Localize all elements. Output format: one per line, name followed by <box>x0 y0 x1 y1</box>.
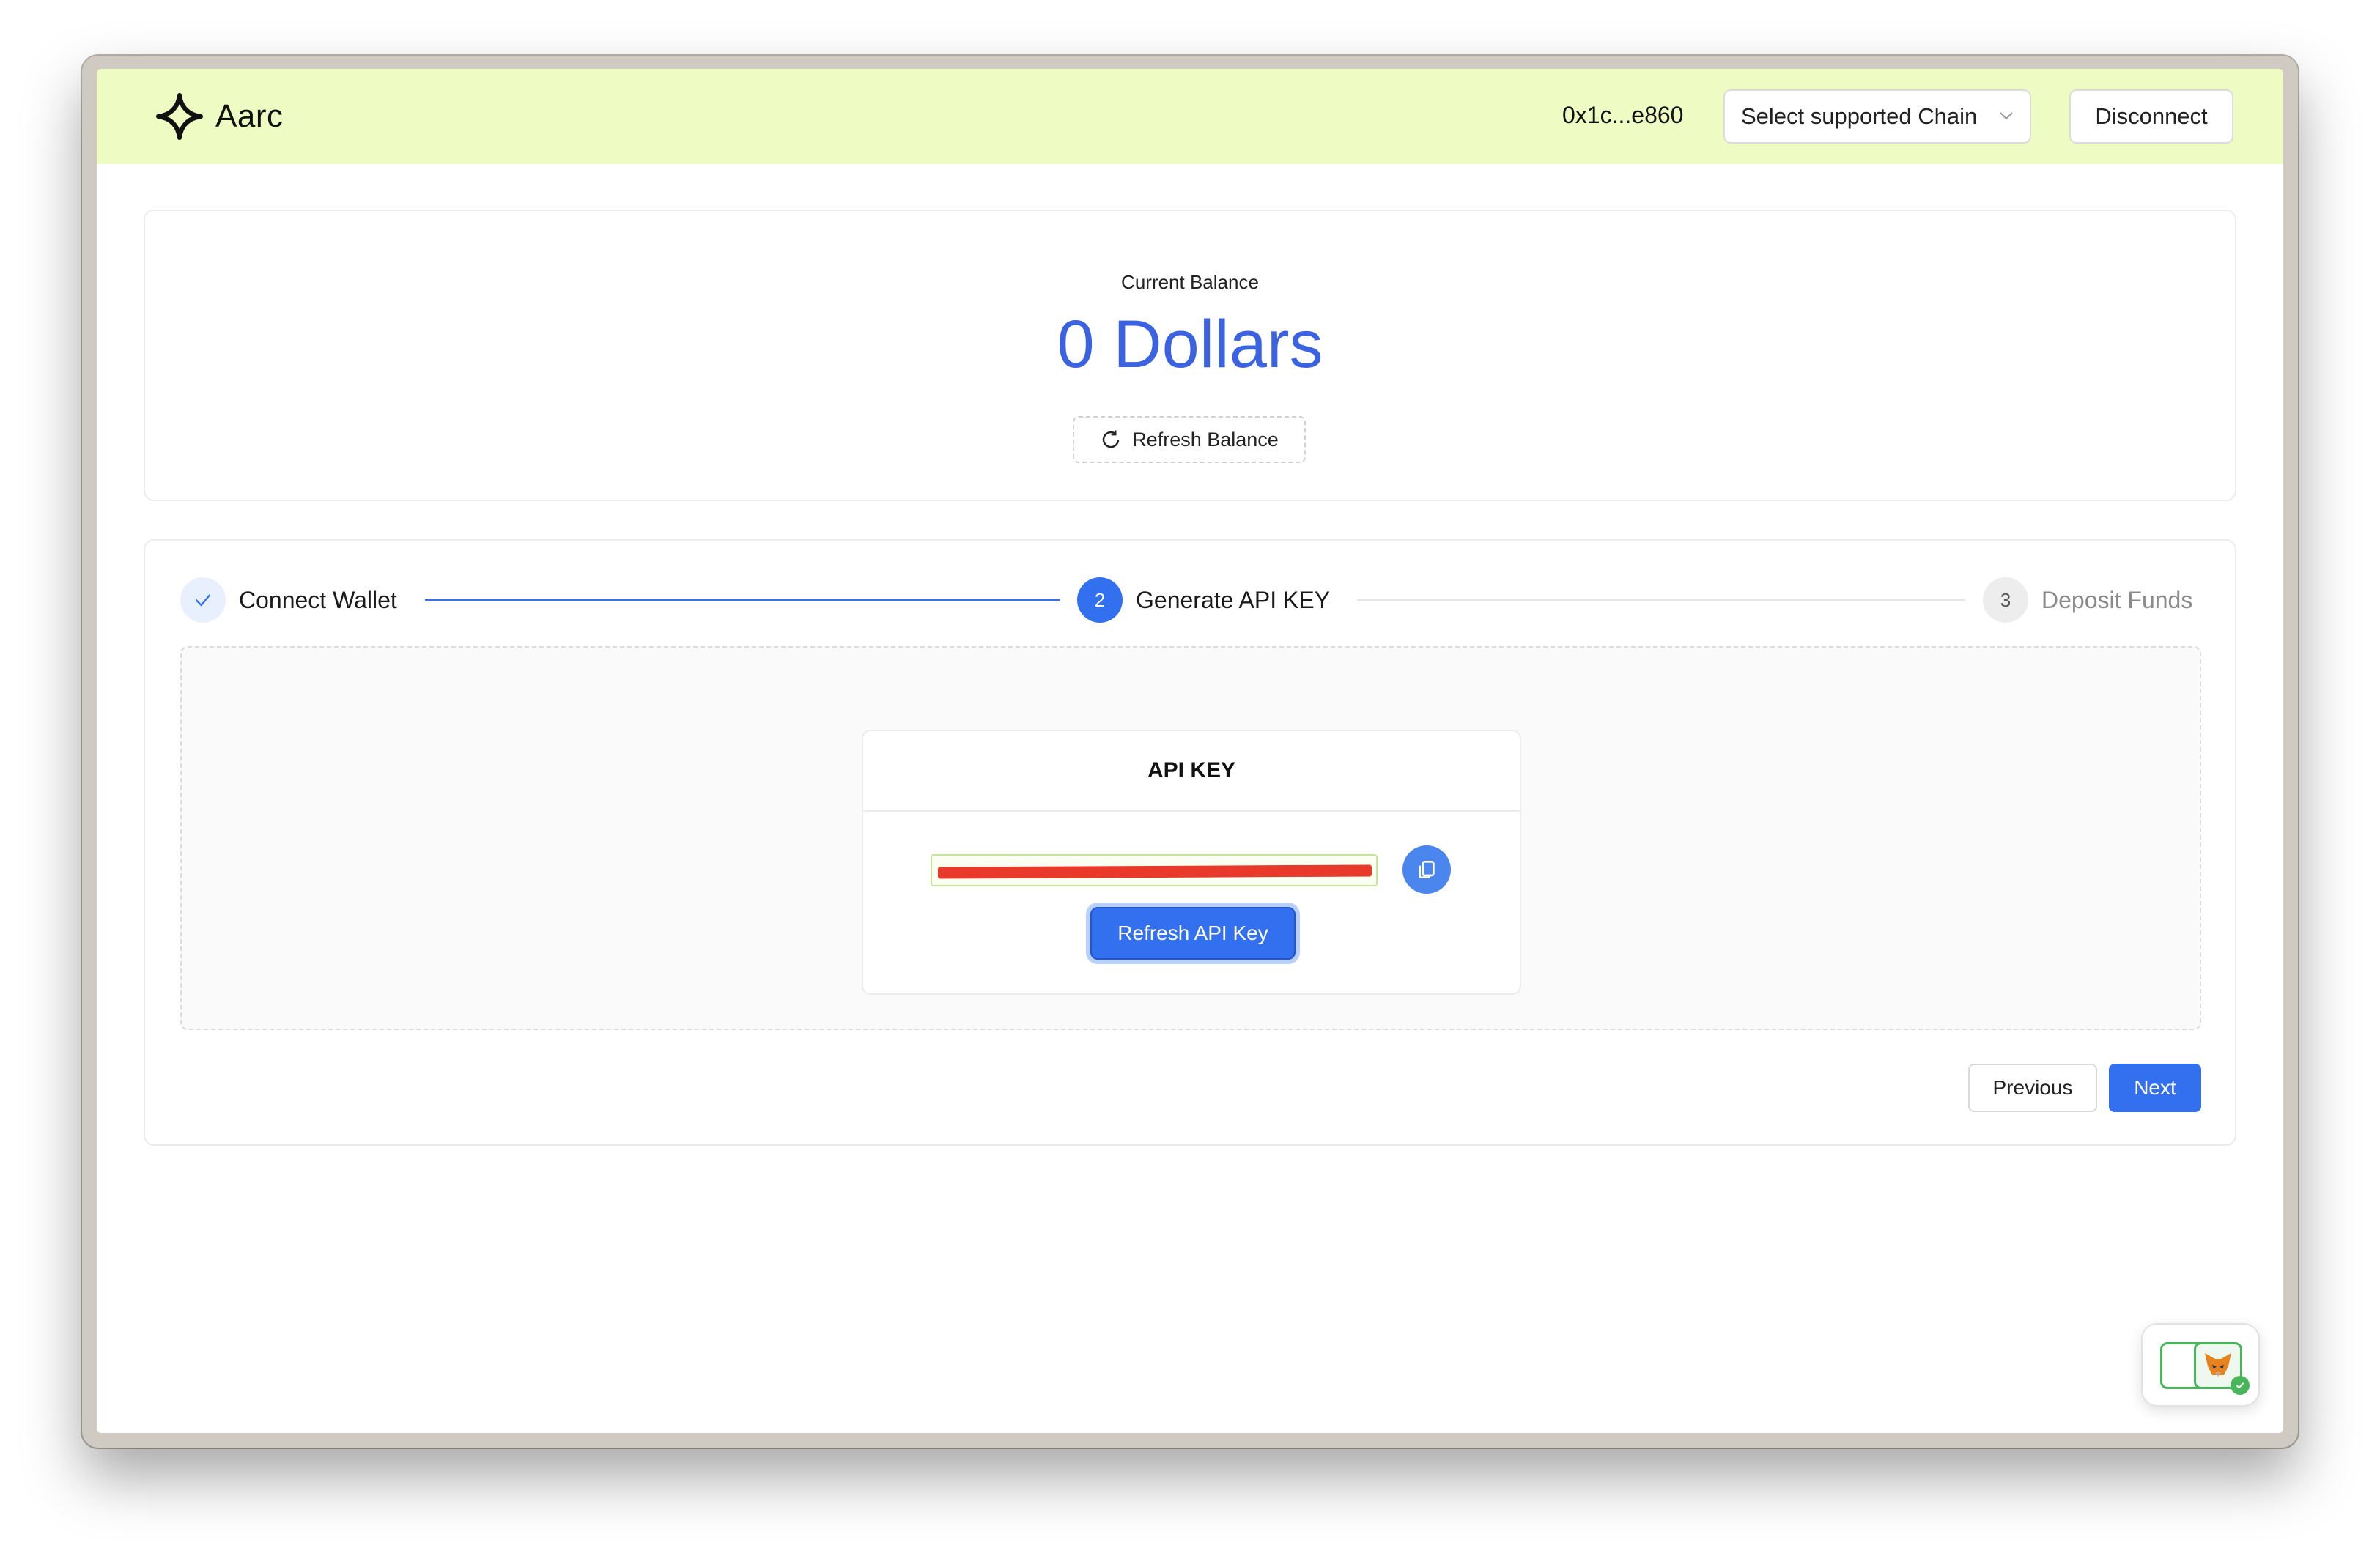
step-content-area: API KEY Refresh API Key <box>180 646 2201 1030</box>
refresh-icon <box>1102 430 1120 448</box>
step-done-circle <box>180 577 226 623</box>
logo[interactable]: Aarc <box>155 92 283 141</box>
steps-card: Connect Wallet 2 Generate API KEY 3 Depo… <box>144 539 2236 1146</box>
previous-button[interactable]: Previous <box>1968 1064 2097 1112</box>
refresh-balance-label: Refresh Balance <box>1132 428 1279 451</box>
wallet-address: 0x1c...e860 <box>1562 102 1684 128</box>
step-number: 2 <box>1077 577 1123 623</box>
chain-select-label: Select supported Chain <box>1741 103 1978 129</box>
step-number: 3 <box>1983 577 2028 623</box>
step-deposit-funds[interactable]: 3 Deposit Funds <box>1983 576 2192 624</box>
api-key-title: API KEY <box>863 731 1520 812</box>
step-label: Connect Wallet <box>239 586 397 613</box>
disconnect-button[interactable]: Disconnect <box>2069 89 2233 144</box>
aarc-logo-icon <box>156 93 203 140</box>
redaction-mark <box>937 864 1372 879</box>
logo-text: Aarc <box>215 98 284 134</box>
chevron-down-icon <box>2000 112 2013 120</box>
step-connector-done <box>425 599 1060 601</box>
connected-check-icon <box>2231 1376 2250 1395</box>
refresh-balance-button[interactable]: Refresh Balance <box>1073 416 1306 463</box>
api-key-field[interactable] <box>931 854 1378 886</box>
refresh-api-key-button[interactable]: Refresh API Key <box>1090 907 1296 960</box>
balance-amount: 0 Dollars <box>1057 307 1323 382</box>
check-icon <box>195 594 211 607</box>
balance-card: Current Balance 0 Dollars Refresh Balanc… <box>144 210 2236 501</box>
step-label: Generate API KEY <box>1136 586 1331 613</box>
step-connector-pending <box>1357 599 1965 601</box>
metamask-fox-icon <box>2205 1353 2231 1377</box>
api-key-card: API KEY Refresh API Key <box>862 730 1521 995</box>
balance-label: Current Balance <box>1121 271 1259 293</box>
top-header: Aarc 0x1c...e860 Select supported Chain … <box>97 69 2283 164</box>
step-generate-api-key[interactable]: 2 Generate API KEY <box>1077 576 1330 624</box>
chain-select[interactable]: Select supported Chain <box>1723 89 2031 144</box>
next-button[interactable]: Next <box>2109 1064 2201 1112</box>
copy-button[interactable] <box>1402 845 1451 894</box>
app-window: Aarc 0x1c...e860 Select supported Chain … <box>97 69 2283 1433</box>
copy-icon <box>1419 861 1435 878</box>
check-small-icon <box>2236 1382 2244 1389</box>
wallet-widget[interactable] <box>2141 1323 2260 1407</box>
step-connect-wallet[interactable]: Connect Wallet <box>180 576 397 624</box>
step-label: Deposit Funds <box>2041 586 2193 613</box>
